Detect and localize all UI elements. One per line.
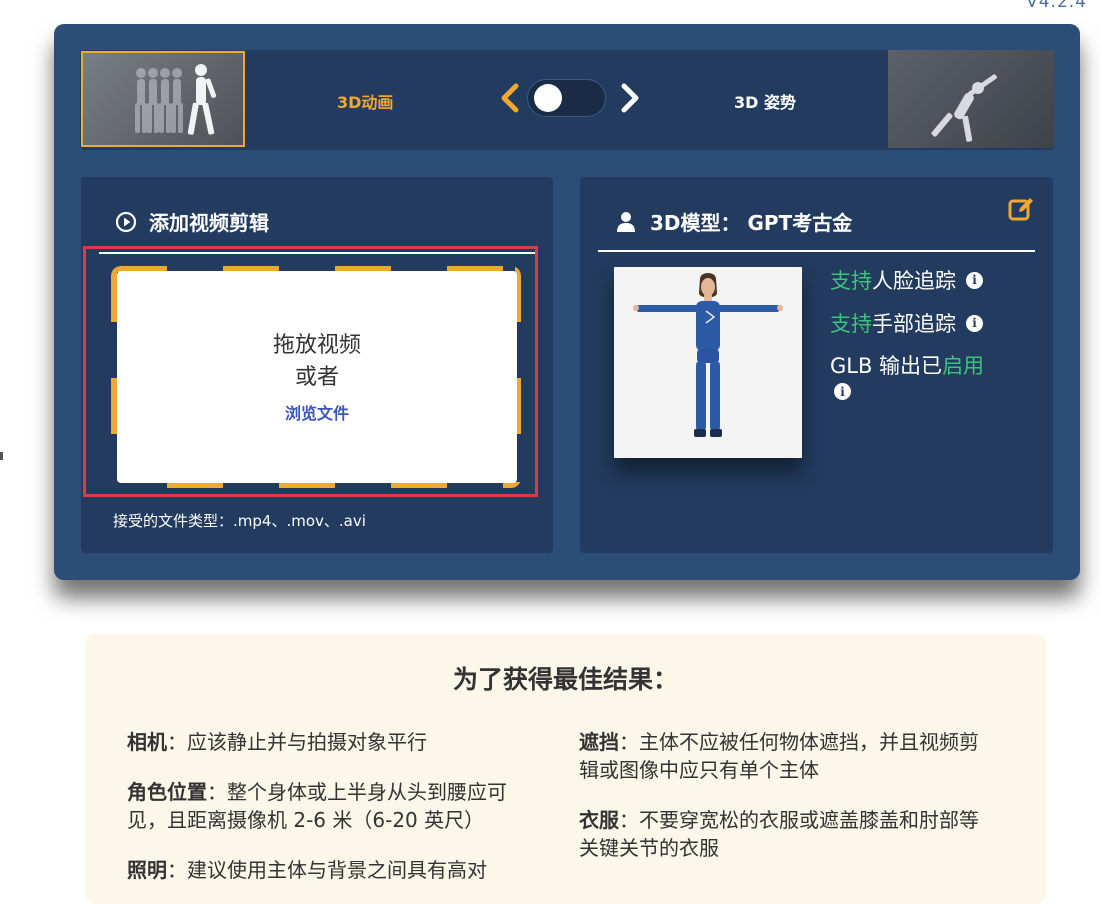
edge-mark (0, 452, 3, 460)
model-card-title: 3D模型： GPT考古金 (650, 211, 853, 235)
tip-text: ：应该静止并与拍摄对象平行 (167, 730, 427, 754)
play-circle-icon (115, 211, 137, 232)
divider (598, 250, 1035, 252)
tips-title: 为了获得最佳结果： (452, 665, 678, 694)
chevron-left-icon[interactable] (490, 78, 530, 118)
running-figures-image (135, 64, 217, 135)
main-panel: 3D动画 3D 姿势 添加视频剪辑 拖放视频 或者 浏览文件 接受的文件类型：.… (54, 24, 1080, 580)
model-card: 3D模型： GPT考古金 支持 人脸追踪 i 支持 手部追踪 i GLB 输出已… (580, 177, 1053, 553)
info-icon[interactable]: i (834, 383, 851, 400)
mode-switch-bar: 3D动画 3D 姿势 (80, 50, 1054, 150)
tip-text: ：主体不应被任何物体遮挡，并且视频剪辑或图像中应只有单个主体 (579, 730, 979, 782)
accepted-file-types: 接受的文件类型：.mp4、.mov、.avi (113, 512, 366, 530)
dropzone[interactable]: 拖放视频 或者 浏览文件 (111, 266, 521, 488)
tip-character-position: 角色位置：整个身体或上半身从头到腰应可见，且距离摄像机 2-6 米（6-20 英… (127, 778, 537, 834)
chevron-right-icon[interactable] (610, 78, 650, 118)
info-icon[interactable]: i (966, 271, 983, 289)
dropzone-or-text: 或者 (294, 365, 339, 390)
dropzone-text: 拖放视频 (272, 333, 361, 358)
animation-thumbnail[interactable] (81, 51, 245, 147)
edit-icon[interactable] (1007, 195, 1035, 223)
feature-label: 手部追踪 (872, 312, 956, 336)
upload-card: 添加视频剪辑 拖放视频 或者 浏览文件 接受的文件类型：.mp4、.mov、.a… (81, 177, 553, 553)
tip-text: ：不要穿宽松的衣服或遮盖膝盖和肘部等关键关节的衣服 (579, 808, 979, 860)
feature-glb-info: i (824, 383, 851, 400)
feature-status: 启用 (942, 354, 985, 378)
tips-panel: 为了获得最佳结果： 相机：应该静止并与拍摄对象平行 角色位置：整个身体或上半身从… (85, 634, 1046, 904)
tip-label: 照明 (127, 858, 167, 882)
feature-label: GLB 输出已 (830, 354, 943, 378)
tip-occlusion: 遮挡：主体不应被任何物体遮挡，并且视频剪辑或图像中应只有单个主体 (579, 728, 989, 784)
posing-figure-image (931, 74, 997, 142)
user-icon (617, 211, 635, 232)
info-icon[interactable]: i (966, 314, 983, 332)
upload-card-title: 添加视频剪辑 (149, 211, 269, 235)
model-preview-image (614, 267, 802, 458)
tip-camera: 相机：应该静止并与拍摄对象平行 (127, 728, 537, 756)
tip-lighting: 照明：建议使用主体与背景之间具有高对 (127, 856, 537, 884)
tip-clothing: 衣服：不要穿宽松的衣服或遮盖膝盖和肘部等关键关节的衣服 (579, 806, 989, 862)
pose-thumbnail[interactable] (888, 50, 1054, 148)
model-card-header: 3D模型： GPT考古金 (616, 207, 852, 236)
browse-files-link[interactable]: 浏览文件 (285, 400, 349, 424)
feature-status: 支持 (830, 269, 872, 293)
mode-toggle[interactable] (527, 79, 606, 117)
feature-face-tracking: 支持 人脸追踪 i (830, 265, 983, 295)
tip-label: 衣服 (579, 808, 619, 832)
feature-hand-tracking: 支持 手部追踪 i (830, 308, 983, 338)
animation-mode-label[interactable]: 3D动画 (337, 89, 393, 113)
version-label: V4.2.4 (1026, 0, 1087, 12)
pose-mode-label[interactable]: 3D 姿势 (734, 89, 796, 113)
tip-label: 角色位置 (127, 780, 207, 804)
tip-label: 遮挡 (579, 730, 619, 754)
feature-status: 支持 (830, 312, 872, 336)
tip-label: 相机 (127, 730, 167, 754)
upload-card-header: 添加视频剪辑 (115, 207, 269, 236)
feature-glb-output: GLB 输出已 启用 (830, 350, 984, 380)
feature-label: 人脸追踪 (872, 269, 956, 293)
toggle-knob (534, 84, 562, 112)
dropzone-inner[interactable]: 拖放视频 或者 浏览文件 (117, 271, 517, 483)
tip-text: ：建议使用主体与背景之间具有高对 (167, 858, 487, 882)
